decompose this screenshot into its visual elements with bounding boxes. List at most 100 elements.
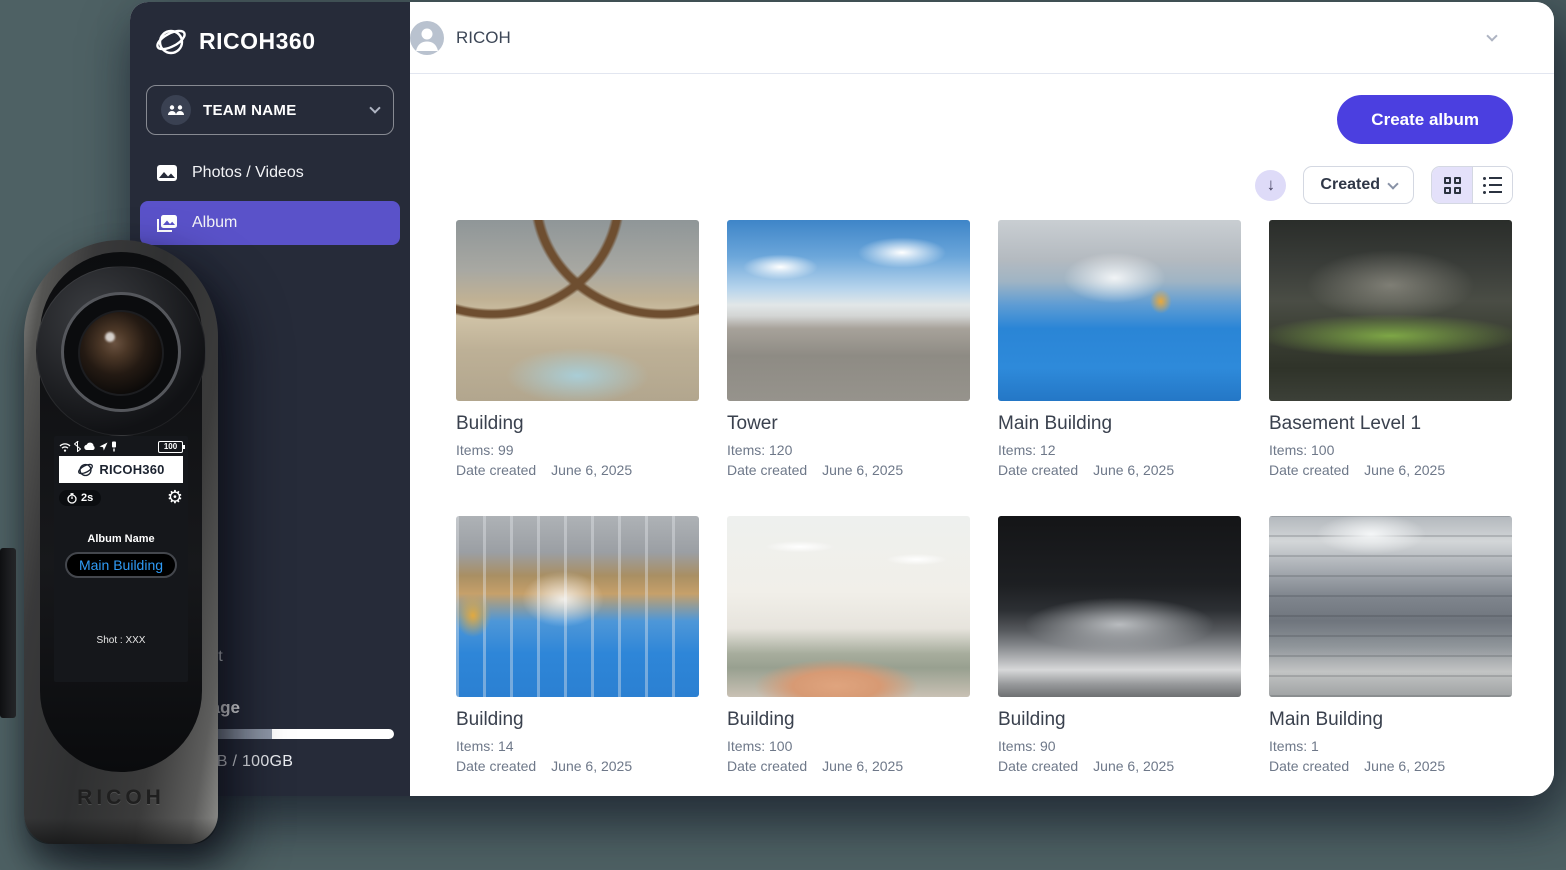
ricoh-wordmark: RICOH: [24, 786, 218, 810]
album-date-row: Date created June 6, 2025: [1269, 462, 1512, 478]
album-items-count: Items: 90: [998, 738, 1241, 754]
sort-direction-button[interactable]: ↓: [1255, 170, 1286, 201]
album-card[interactable]: Building Items: 14 Date created June 6, …: [456, 516, 699, 774]
sidebar-item-label: Album: [192, 214, 237, 232]
album-date-value: June 6, 2025: [1364, 758, 1445, 774]
sidebar-item-label: Photos / Videos: [192, 164, 304, 182]
camera-screen-logo: RICOH360: [59, 456, 183, 483]
album-date-value: June 6, 2025: [822, 462, 903, 478]
top-bar: RICOH: [410, 2, 1554, 74]
album-thumbnail[interactable]: [456, 516, 699, 697]
location-icon: [99, 442, 108, 451]
battery-indicator: 100: [158, 441, 183, 453]
ricoh-theta-camera: 100 RICOH360 2s ⚙ Album Name Main Buildi…: [24, 240, 218, 844]
grid-view-button[interactable]: [1432, 167, 1472, 203]
album-date-row: Date created June 6, 2025: [727, 462, 970, 478]
camera-lens: [78, 310, 164, 396]
sort-view-controls: ↓ Created: [456, 166, 1513, 204]
album-date-label: Date created: [727, 462, 807, 478]
camera-logo-text: RICOH360: [99, 462, 164, 477]
album-title: Basement Level 1: [1269, 413, 1512, 435]
album-thumbnail[interactable]: [727, 220, 970, 401]
album-items-count: Items: 120: [727, 442, 970, 458]
bluetooth-icon: [74, 441, 81, 452]
album-thumbnail[interactable]: [998, 220, 1241, 401]
album-items-count: Items: 100: [1269, 442, 1512, 458]
album-title: Tower: [727, 413, 970, 435]
album-date-value: June 6, 2025: [1093, 758, 1174, 774]
sort-by-label: Created: [1320, 176, 1380, 194]
wifi-ap-icon: [59, 442, 71, 452]
album-items-count: Items: 12: [998, 442, 1241, 458]
settings-gear-icon[interactable]: ⚙: [167, 489, 183, 507]
chevron-down-icon: [369, 102, 380, 113]
remote-icon: [111, 441, 117, 452]
camera-side-button: [0, 548, 16, 718]
album-card[interactable]: Building Items: 90 Date created June 6, …: [998, 516, 1241, 774]
create-album-button[interactable]: Create album: [1337, 95, 1513, 144]
timer-icon: [67, 493, 77, 504]
album-card[interactable]: Building Items: 99 Date created June 6, …: [456, 220, 699, 478]
user-name: RICOH: [456, 28, 511, 48]
album-title: Building: [998, 709, 1241, 731]
album-items-count: Items: 99: [456, 442, 699, 458]
arrow-down-icon: ↓: [1267, 175, 1276, 195]
album-thumbnail[interactable]: [1269, 220, 1512, 401]
cloud-icon: [84, 442, 96, 451]
album-thumbnail[interactable]: [998, 516, 1241, 697]
album-date-value: June 6, 2025: [1093, 462, 1174, 478]
album-title: Building: [456, 413, 699, 435]
album-date-row: Date created June 6, 2025: [456, 758, 699, 774]
chevron-down-icon[interactable]: [1486, 30, 1497, 41]
album-thumbnail[interactable]: [456, 220, 699, 401]
grid-view-icon: [1444, 177, 1461, 194]
album-card[interactable]: Basement Level 1 Items: 100 Date created…: [1269, 220, 1512, 478]
ricoh360-logo-icon: [77, 461, 94, 478]
album-card[interactable]: Main Building Items: 1 Date created June…: [1269, 516, 1512, 774]
album-date-label: Date created: [998, 758, 1078, 774]
camera-screen: 100 RICOH360 2s ⚙ Album Name Main Buildi…: [54, 436, 188, 682]
album-date-label: Date created: [1269, 758, 1349, 774]
album-date-label: Date created: [456, 462, 536, 478]
team-selector[interactable]: TEAM NAME: [146, 85, 394, 135]
chevron-down-icon: [1387, 178, 1398, 189]
album-card[interactable]: Tower Items: 120 Date created June 6, 20…: [727, 220, 970, 478]
album-date-row: Date created June 6, 2025: [998, 758, 1241, 774]
album-date-label: Date created: [1269, 462, 1349, 478]
album-icon: [156, 214, 178, 233]
brand-logo-text: RICOH360: [199, 28, 315, 55]
content: Create album ↓ Created: [410, 74, 1554, 774]
sort-by-dropdown[interactable]: Created: [1303, 166, 1414, 204]
album-date-label: Date created: [456, 758, 536, 774]
album-card[interactable]: Main Building Items: 12 Date created Jun…: [998, 220, 1241, 478]
album-date-row: Date created June 6, 2025: [1269, 758, 1512, 774]
album-date-value: June 6, 2025: [551, 462, 632, 478]
album-items-count: Items: 14: [456, 738, 699, 754]
list-view-icon: [1483, 177, 1502, 194]
main-area: RICOH Create album ↓ Created: [410, 2, 1554, 796]
album-date-value: June 6, 2025: [1364, 462, 1445, 478]
album-thumbnail[interactable]: [727, 516, 970, 697]
sidebar-nav: Photos / Videos Album: [130, 150, 410, 245]
album-card[interactable]: Building Items: 100 Date created June 6,…: [727, 516, 970, 774]
album-title: Building: [456, 709, 699, 731]
album-title: Main Building: [998, 413, 1241, 435]
list-view-button[interactable]: [1472, 167, 1512, 203]
timer-value: 2s: [81, 492, 93, 504]
self-timer-button[interactable]: 2s: [59, 490, 101, 506]
sidebar-item-photos-videos[interactable]: Photos / Videos: [130, 150, 410, 195]
album-grid: Building Items: 99 Date created June 6, …: [456, 220, 1513, 774]
camera-status-bar: 100: [59, 440, 183, 453]
brand-logo: RICOH360: [130, 2, 410, 58]
album-thumbnail[interactable]: [1269, 516, 1512, 697]
album-date-row: Date created June 6, 2025: [727, 758, 970, 774]
app-window: RICOH360 TEAM NAME Photos / Videos: [130, 2, 1554, 796]
album-date-label: Date created: [998, 462, 1078, 478]
camera-shot-counter: Shot : XXX: [54, 635, 188, 646]
camera-album-name-value[interactable]: Main Building: [65, 552, 177, 578]
album-title: Main Building: [1269, 709, 1512, 731]
storage-progress-bar: [204, 729, 394, 739]
camera-album-name-label: Album Name: [59, 533, 183, 545]
sidebar-item-album[interactable]: Album: [140, 201, 400, 245]
user-avatar[interactable]: [410, 21, 444, 55]
